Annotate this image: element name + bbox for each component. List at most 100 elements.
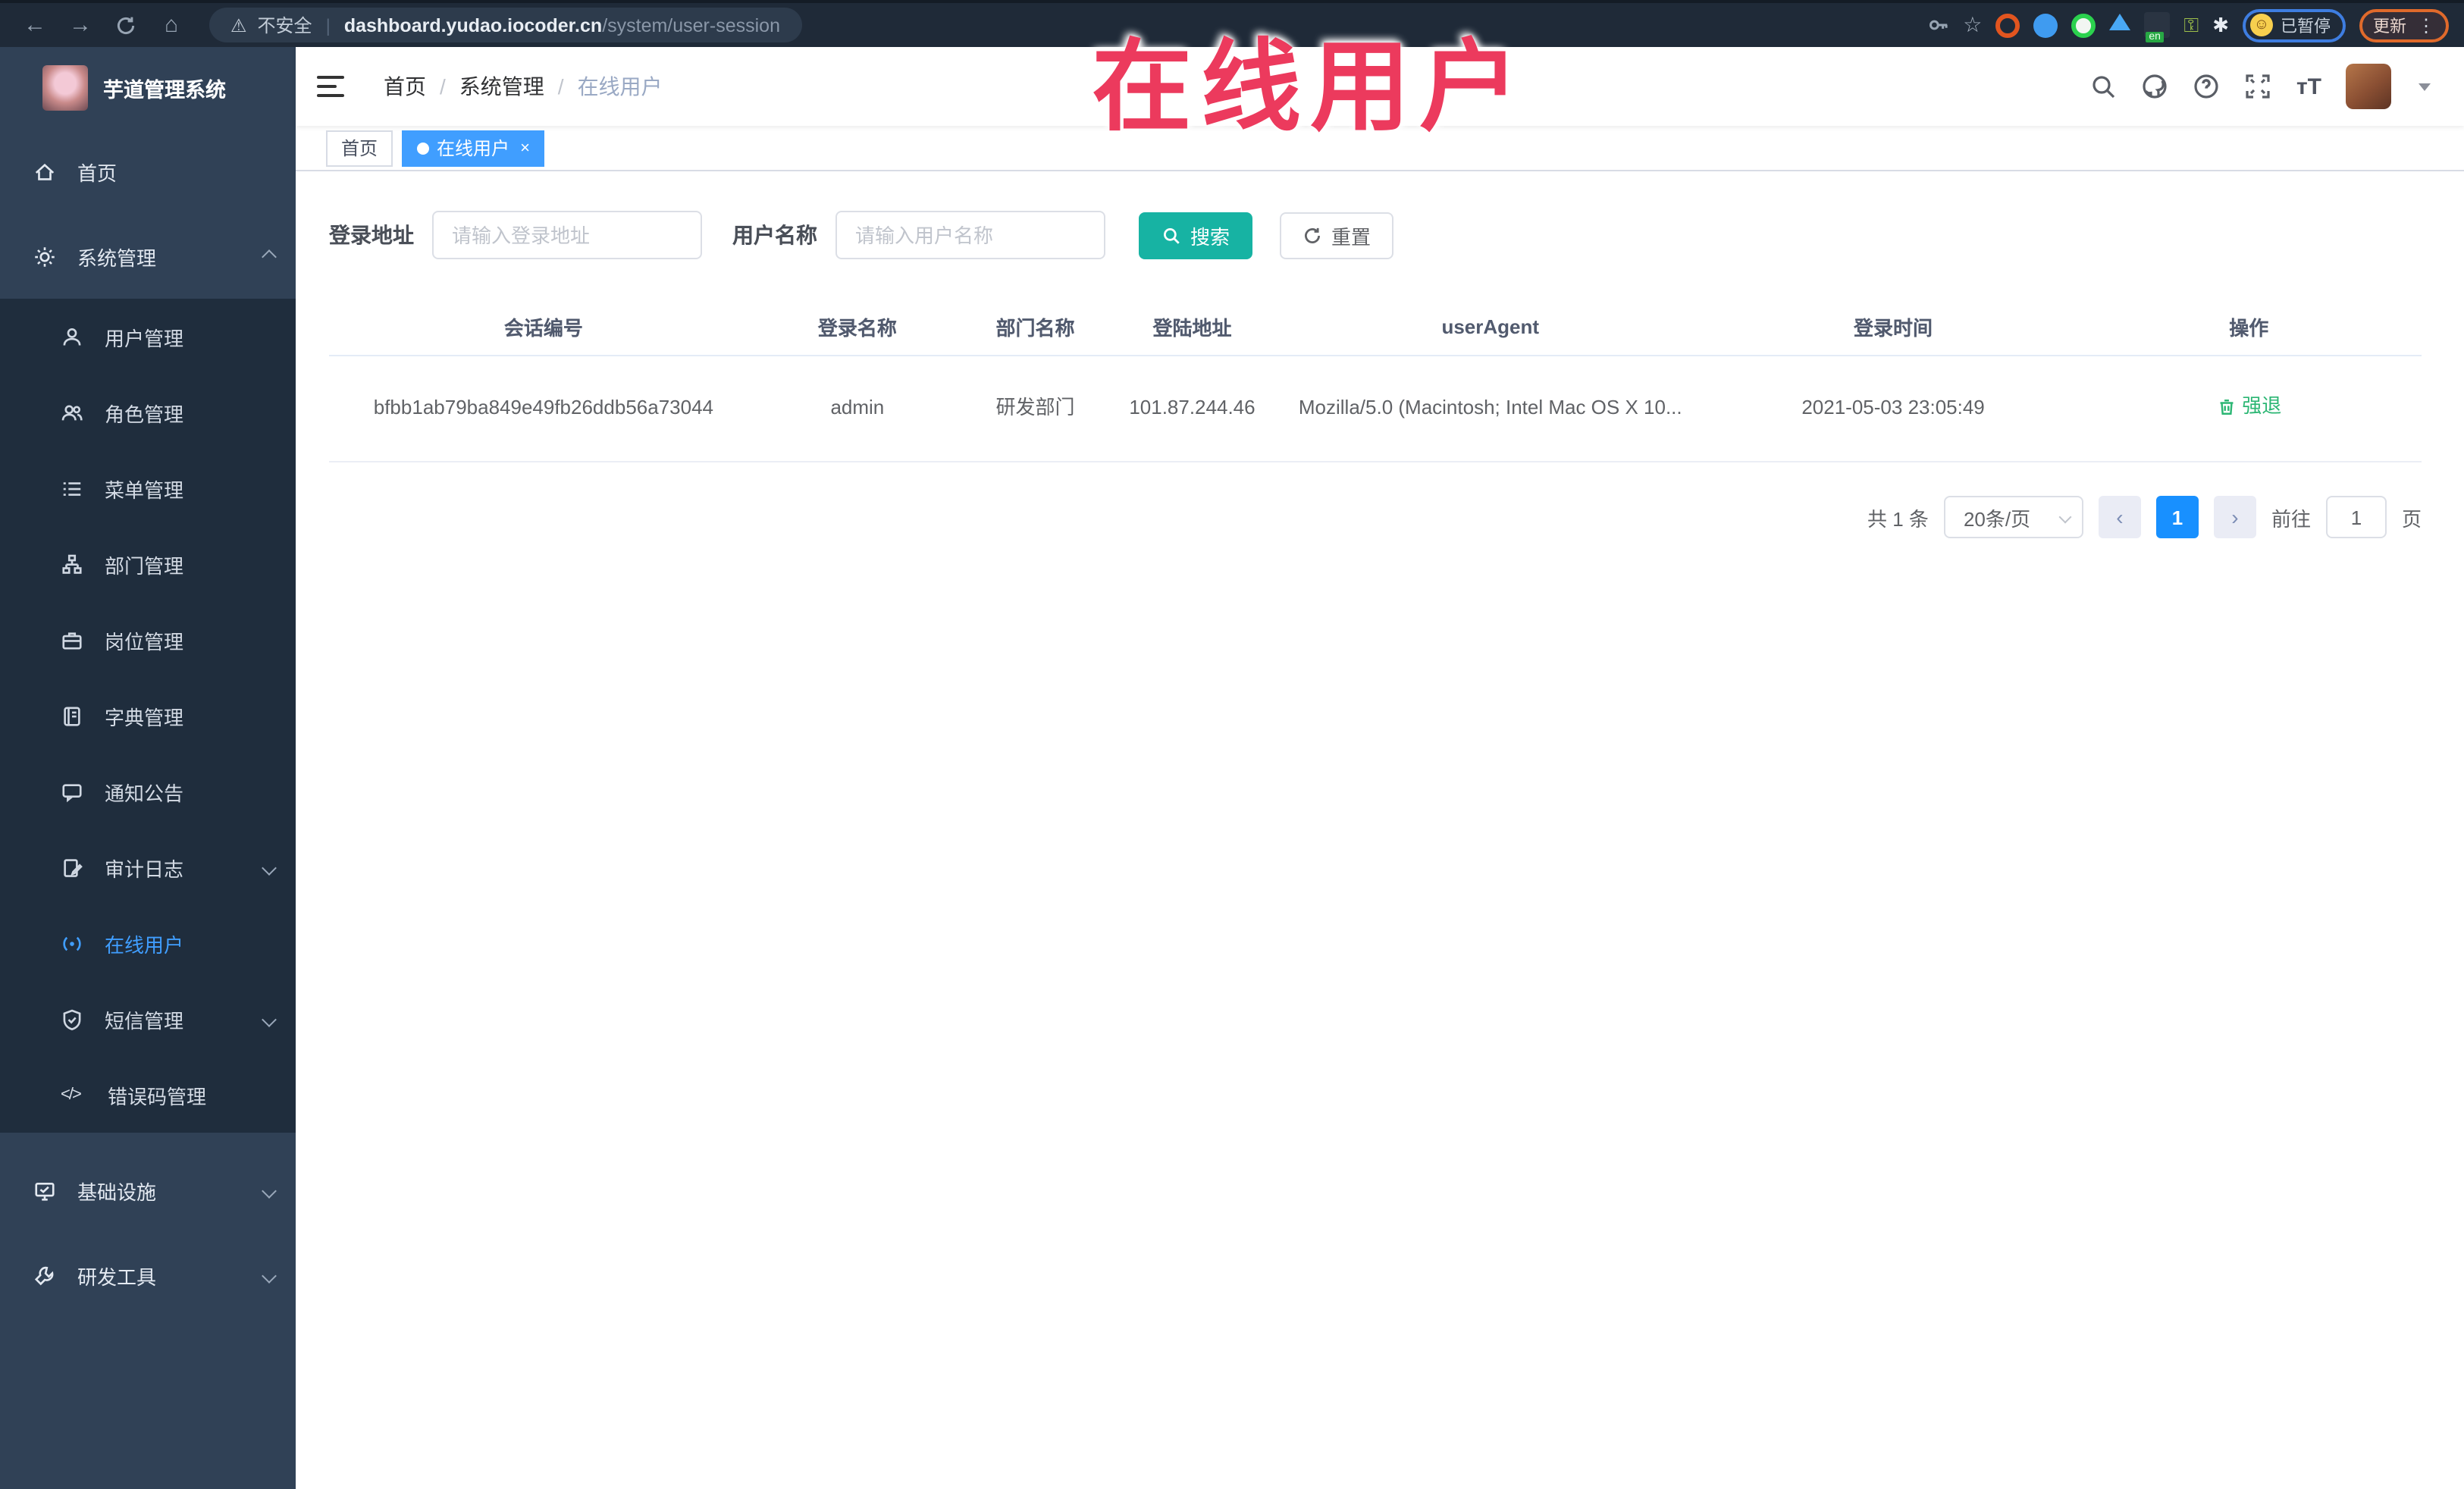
refresh-icon: [1305, 227, 1321, 243]
url-domain: dashboard.yudao.iocoder.cn: [343, 14, 603, 36]
key-icon[interactable]: [1926, 14, 1949, 36]
address-bar[interactable]: ⚠ 不安全 | dashboard.yudao.iocoder.cn/syste…: [209, 8, 801, 42]
github-icon[interactable]: [2142, 73, 2169, 100]
next-page-button[interactable]: ›: [2213, 496, 2256, 538]
navbar-actions: тT: [2090, 64, 2431, 109]
home-icon[interactable]: ⌂: [152, 7, 191, 43]
sidebar-item-role-mgmt[interactable]: 角色管理: [0, 375, 296, 450]
table-row: bfbb1ab79ba849e49fb26ddb56a73044 admin 研…: [329, 356, 2422, 462]
force-logout-button[interactable]: 强退: [2216, 390, 2281, 422]
browser-menu-icon[interactable]: ⋮: [2417, 14, 2435, 36]
sidebar-item-error-code[interactable]: </> 错误码管理: [0, 1057, 296, 1133]
clipboard-icon: [64, 858, 83, 876]
sidebar-item-online-users[interactable]: 在线用户: [0, 905, 296, 981]
fullscreen-icon[interactable]: [2245, 73, 2272, 100]
current-page-button[interactable]: 1: [2155, 496, 2199, 538]
col-ip: 登陆地址: [1152, 317, 1232, 340]
sidebar-menu: 首页 系统管理 用户管理 角色管理 菜单管理 部门管理 岗位管理 字典管理 通知…: [0, 129, 296, 1489]
page-size-select[interactable]: 20条/页: [1943, 496, 2083, 538]
cell-dept: 研发部门: [995, 396, 1075, 419]
app-title: 芋道管理系统: [103, 79, 226, 102]
extensions-icon[interactable]: ✱: [2212, 13, 2229, 37]
breadcrumb-home[interactable]: 首页: [384, 71, 426, 102]
sidebar-item-sms-mgmt[interactable]: 短信管理: [0, 981, 296, 1057]
back-icon[interactable]: ←: [15, 7, 55, 43]
sidebar-item-dev-tools[interactable]: 研发工具: [0, 1233, 296, 1318]
users-icon: [61, 404, 83, 420]
font-size-icon[interactable]: тT: [2296, 74, 2321, 99]
col-login-time: 登录时间: [1854, 317, 1933, 340]
sidebar-item-system[interactable]: 系统管理: [0, 214, 296, 299]
app-logo: [42, 65, 88, 111]
tab-online-users[interactable]: 在线用户 ×: [402, 130, 545, 166]
extension-gem-icon[interactable]: [2109, 14, 2131, 30]
url-text[interactable]: dashboard.yudao.iocoder.cn/system/user-s…: [344, 11, 780, 39]
pagination: 共 1 条 20条/页 ‹ 1 › 前往 页: [329, 496, 2422, 538]
sidebar-item-notice[interactable]: 通知公告: [0, 754, 296, 829]
book-icon: [64, 706, 80, 726]
search-icon[interactable]: [2090, 73, 2118, 100]
tab-active-dot: [417, 142, 430, 154]
browser-update-button[interactable]: 更新 ⋮: [2359, 8, 2449, 42]
sidebar-item-user-mgmt[interactable]: 用户管理: [0, 299, 296, 375]
col-user-agent: userAgent: [1441, 315, 1540, 338]
paused-extension-badge[interactable]: ☺ 已暂停: [2243, 8, 2346, 42]
briefcase-icon: [62, 632, 82, 649]
address-filter-input[interactable]: [432, 211, 702, 259]
help-icon[interactable]: [2193, 73, 2221, 100]
sidebar-toggle-icon[interactable]: [317, 71, 347, 102]
extension-translate-icon[interactable]: en: [2144, 12, 2171, 42]
page-unit-label: 页: [2401, 507, 2422, 530]
extension-orange-icon[interactable]: [1995, 13, 2020, 37]
magnifier-icon: [1164, 227, 1180, 243]
total-count: 共 1 条: [1867, 507, 1929, 530]
not-secure-label[interactable]: 不安全: [258, 12, 312, 38]
forward-icon[interactable]: →: [61, 7, 100, 43]
sidebar-item-audit-log[interactable]: 审计日志: [0, 829, 296, 905]
chevron-down-icon: [2058, 510, 2072, 524]
sidebar-item-home[interactable]: 首页: [0, 129, 296, 214]
app-logo-row[interactable]: 芋道管理系统: [0, 47, 296, 129]
sidebar-item-dict-mgmt[interactable]: 字典管理: [0, 678, 296, 754]
breadcrumb-current: 在线用户: [577, 74, 663, 99]
col-actions: 操作: [2229, 317, 2269, 340]
sidebar-item-infra[interactable]: 基础设施: [0, 1148, 296, 1233]
user-avatar[interactable]: [2346, 64, 2391, 109]
prev-page-button[interactable]: ‹: [2098, 496, 2141, 538]
update-label: 更新: [2373, 17, 2406, 36]
tree-icon: [62, 553, 82, 573]
tab-close-icon[interactable]: ×: [520, 139, 530, 157]
tab-home[interactable]: 首页: [326, 130, 393, 166]
chevron-down-icon: [262, 860, 277, 875]
filter-form: 登录地址 用户名称 搜索 重置: [329, 211, 2422, 259]
sidebar-item-post-mgmt[interactable]: 岗位管理: [0, 602, 296, 678]
reload-icon[interactable]: [106, 7, 146, 43]
shield-icon: [63, 1008, 81, 1030]
goto-label: 前往: [2271, 507, 2311, 530]
wrench-icon: [34, 1265, 54, 1285]
online-icon: [63, 936, 81, 951]
sidebar-item-dept-mgmt[interactable]: 部门管理: [0, 526, 296, 602]
goto-page-input[interactable]: [2325, 496, 2387, 538]
username-filter-input[interactable]: [835, 211, 1105, 259]
sidebar-item-menu-mgmt[interactable]: 菜单管理: [0, 450, 296, 526]
chevron-down-icon: [262, 1183, 277, 1198]
home-icon: [35, 162, 55, 180]
breadcrumb-system[interactable]: 系统管理: [459, 71, 544, 102]
extension-blue-icon[interactable]: [2033, 13, 2058, 37]
username-filter-label: 用户名称: [732, 223, 817, 247]
chevron-down-icon: [262, 1268, 277, 1283]
user-icon: [63, 327, 81, 345]
avatar-caret-icon[interactable]: [2419, 83, 2431, 90]
screen: 在线用户 ← → ⌂ ⚠ 不安全 | dashboard.yudao.iocod…: [0, 0, 2464, 1489]
reset-button[interactable]: 重置: [1280, 212, 1394, 259]
bookmark-star-icon[interactable]: ☆: [1963, 12, 1982, 38]
col-session-id: 会话编号: [503, 317, 583, 340]
cell-username: admin: [830, 396, 885, 419]
extension-password-icon[interactable]: ⚿: [2183, 13, 2199, 37]
search-button[interactable]: 搜索: [1139, 212, 1253, 259]
trash-icon: [2219, 399, 2233, 415]
sessions-table: 会话编号 登录名称 部门名称 登陆地址 userAgent 登录时间 操作 bf…: [329, 299, 2422, 462]
extension-green-icon[interactable]: [2071, 13, 2096, 37]
browser-toolbar-right: ☆ en ⚿ ✱ ☺ 已暂停 更新 ⋮: [1926, 8, 2449, 42]
